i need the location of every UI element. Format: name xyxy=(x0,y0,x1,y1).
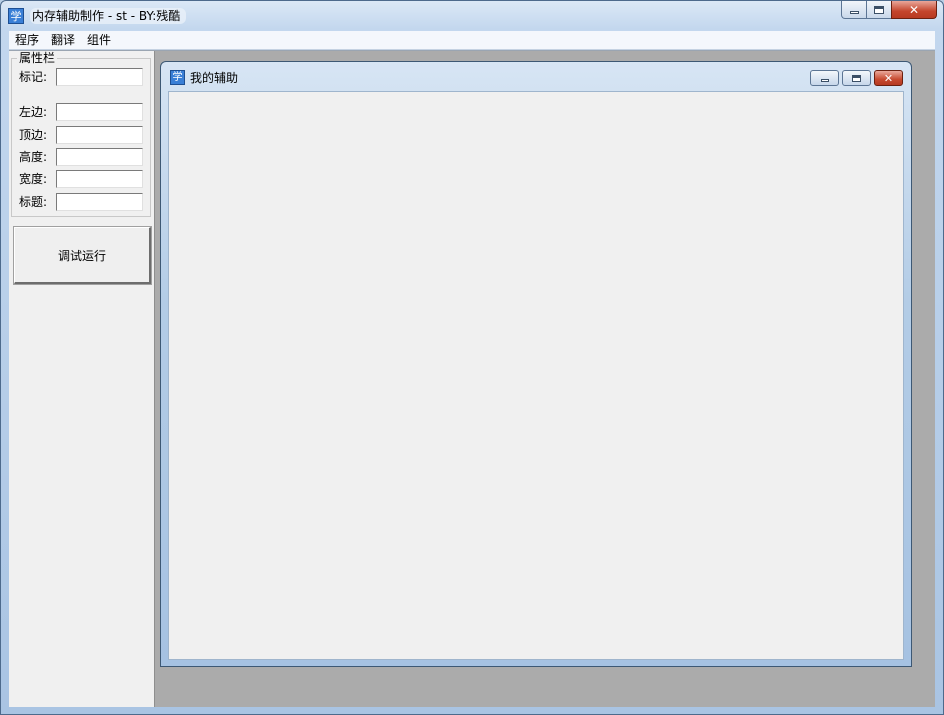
label-tag: 标记: xyxy=(19,70,48,84)
debug-run-button[interactable]: 调试运行 xyxy=(13,226,152,285)
menu-bar: 程序 翻译 组件 xyxy=(9,31,935,50)
label-title: 标题: xyxy=(19,195,48,209)
top-input[interactable] xyxy=(56,126,143,144)
label-left: 左边: xyxy=(19,105,48,119)
minimize-icon xyxy=(849,11,859,14)
design-canvas[interactable] xyxy=(168,91,904,660)
left-input[interactable] xyxy=(56,103,143,121)
app-icon: 学 xyxy=(8,8,24,24)
title-bar[interactable]: 学 内存辅助制作 - st - BY:残酷 ✕ xyxy=(1,1,943,31)
property-panel: 属性栏 标记: 左边: 顶边: 高度: 宽度: 标题: 调试运行 xyxy=(9,51,155,707)
menu-translate[interactable]: 翻译 xyxy=(45,31,81,49)
minimize-icon xyxy=(820,79,829,82)
width-input[interactable] xyxy=(56,170,143,188)
design-window-icon: 学 xyxy=(170,70,185,85)
design-window[interactable]: 学 我的辅助 ✕ xyxy=(160,61,912,667)
label-height: 高度: xyxy=(19,150,48,164)
maximize-icon xyxy=(874,5,884,14)
design-maximize-button[interactable] xyxy=(842,70,871,86)
groupbox-title: 属性栏 xyxy=(17,51,58,65)
tag-input[interactable] xyxy=(56,68,143,86)
maximize-button[interactable] xyxy=(866,1,892,19)
design-close-button[interactable]: ✕ xyxy=(874,70,903,86)
client-area: 属性栏 标记: 左边: 顶边: 高度: 宽度: 标题: 调试运行 学 我的辅助 xyxy=(9,50,935,707)
design-minimize-button[interactable] xyxy=(810,70,839,86)
close-icon: ✕ xyxy=(883,71,894,85)
close-icon: ✕ xyxy=(908,2,920,17)
minimize-button[interactable] xyxy=(841,1,867,19)
close-button[interactable]: ✕ xyxy=(891,1,937,19)
maximize-icon xyxy=(852,74,861,82)
main-window: 学 内存辅助制作 - st - BY:残酷 ✕ 程序 翻译 组件 属性栏 标记:… xyxy=(0,0,944,715)
design-window-controls: ✕ xyxy=(810,70,903,86)
window-controls: ✕ xyxy=(841,1,937,21)
height-input[interactable] xyxy=(56,148,143,166)
menu-components[interactable]: 组件 xyxy=(81,31,117,49)
label-top: 顶边: xyxy=(19,128,48,142)
window-title: 内存辅助制作 - st - BY:残酷 xyxy=(30,8,187,24)
design-window-title: 我的辅助 xyxy=(190,71,239,85)
property-groupbox: 属性栏 标记: 左边: 顶边: 高度: 宽度: 标题: xyxy=(11,51,151,217)
title-input[interactable] xyxy=(56,193,143,211)
label-width: 宽度: xyxy=(19,172,48,186)
menu-program[interactable]: 程序 xyxy=(9,31,45,49)
